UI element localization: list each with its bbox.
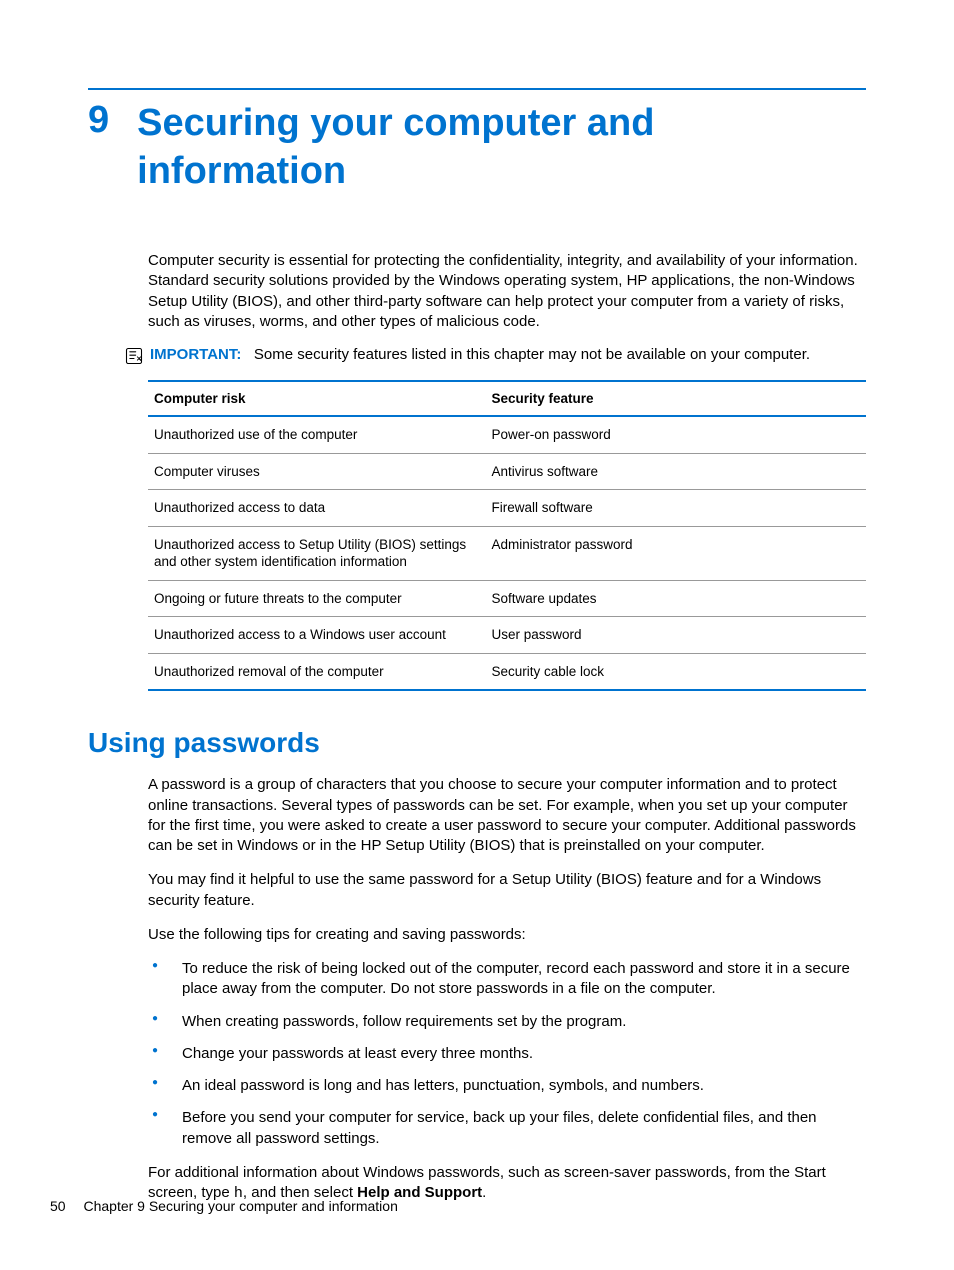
important-note: IMPORTANT: Some security features listed… — [124, 346, 866, 366]
footer-text: Chapter 9 Securing your computer and inf… — [83, 1198, 397, 1214]
list-item: Change your passwords at least every thr… — [148, 1044, 866, 1064]
cell-risk: Computer viruses — [148, 453, 485, 490]
cell-feature: Security cable lock — [485, 653, 866, 690]
note-icon — [124, 346, 144, 366]
intro-block: Computer security is essential for prote… — [148, 251, 866, 332]
passwords-p2: You may find it helpful to use the same … — [148, 870, 866, 911]
cell-feature: Software updates — [485, 580, 866, 617]
section-body: A password is a group of characters that… — [148, 775, 866, 1204]
security-table: Computer risk Security feature Unauthori… — [148, 380, 866, 691]
important-body: Some security features listed in this ch… — [254, 346, 810, 363]
chapter-title: Securing your computer and information — [137, 100, 866, 195]
table-row: Unauthorized removal of the computerSecu… — [148, 653, 866, 690]
table-row: Unauthorized access to dataFirewall soft… — [148, 490, 866, 527]
cell-feature: Antivirus software — [485, 453, 866, 490]
cell-feature: User password — [485, 617, 866, 654]
table-header-row: Computer risk Security feature — [148, 381, 866, 416]
cell-feature: Administrator password — [485, 526, 866, 580]
list-item: Before you send your computer for servic… — [148, 1108, 866, 1149]
footer-page-number: 50 — [50, 1198, 66, 1214]
cell-risk: Ongoing or future threats to the compute… — [148, 580, 485, 617]
cell-feature: Power-on password — [485, 416, 866, 453]
passwords-p3: Use the following tips for creating and … — [148, 925, 866, 945]
page-footer: 50 Chapter 9 Securing your computer and … — [50, 1198, 398, 1214]
list-item: When creating passwords, follow requirem… — [148, 1012, 866, 1032]
password-tips-list: To reduce the risk of being locked out o… — [148, 959, 866, 1149]
section-title-using-passwords: Using passwords — [88, 727, 866, 759]
chapter-heading: 9 Securing your computer and information — [88, 100, 866, 195]
passwords-p1: A password is a group of characters that… — [148, 775, 866, 856]
intro-paragraph: Computer security is essential for prote… — [148, 251, 866, 332]
cell-risk: Unauthorized access to data — [148, 490, 485, 527]
cell-risk: Unauthorized use of the computer — [148, 416, 485, 453]
cell-risk: Unauthorized access to Setup Utility (BI… — [148, 526, 485, 580]
col-header-feature: Security feature — [485, 381, 866, 416]
cell-feature: Firewall software — [485, 490, 866, 527]
important-note-text: IMPORTANT: Some security features listed… — [150, 346, 810, 363]
table-row: Ongoing or future threats to the compute… — [148, 580, 866, 617]
security-table-wrap: Computer risk Security feature Unauthori… — [148, 380, 866, 691]
list-item: To reduce the risk of being locked out o… — [148, 959, 866, 1000]
top-rule — [88, 88, 866, 90]
table-row: Unauthorized access to a Windows user ac… — [148, 617, 866, 654]
chapter-number: 9 — [88, 100, 109, 142]
table-row: Unauthorized access to Setup Utility (BI… — [148, 526, 866, 580]
cell-risk: Unauthorized access to a Windows user ac… — [148, 617, 485, 654]
table-row: Unauthorized use of the computerPower-on… — [148, 416, 866, 453]
p4-end: . — [482, 1184, 486, 1201]
cell-risk: Unauthorized removal of the computer — [148, 653, 485, 690]
list-item: An ideal password is long and has letter… — [148, 1076, 866, 1096]
col-header-risk: Computer risk — [148, 381, 485, 416]
table-row: Computer virusesAntivirus software — [148, 453, 866, 490]
important-label: IMPORTANT: — [150, 346, 241, 363]
